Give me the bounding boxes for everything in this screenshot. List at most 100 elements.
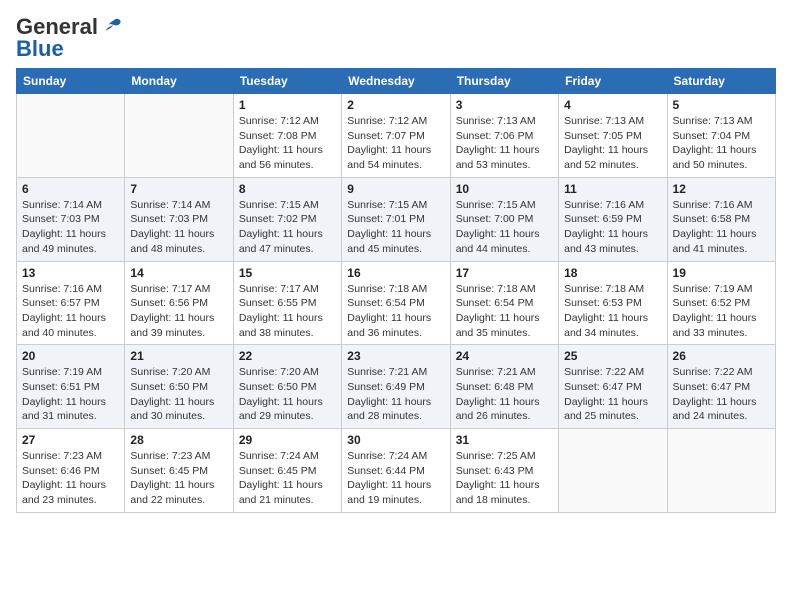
calendar-week-row: 13Sunrise: 7:16 AM Sunset: 6:57 PM Dayli… xyxy=(17,261,776,345)
day-number: 11 xyxy=(564,182,661,196)
day-number: 15 xyxy=(239,266,336,280)
calendar-day-cell: 17 Sunrise: 7:18 AM Sunset: 6:54 PM Dayli… xyxy=(450,261,558,345)
logo-blue-text: Blue xyxy=(16,38,64,60)
day-info: Sunrise: 7:23 AM Sunset: 6:45 PM Dayligh… xyxy=(130,449,227,508)
calendar-day-cell: 21 Sunrise: 7:20 AM Sunset: 6:50 PM Dayli… xyxy=(125,345,233,429)
day-number: 20 xyxy=(22,349,119,363)
day-number: 30 xyxy=(347,433,444,447)
day-number: 24 xyxy=(456,349,553,363)
calendar-day-cell: 10 Sunrise: 7:15 AM Sunset: 7:00 PM Dayli… xyxy=(450,177,558,261)
day-number: 21 xyxy=(130,349,227,363)
calendar-day-cell: 29 Sunrise: 7:24 AM Sunset: 6:45 PM Dayli… xyxy=(233,429,341,513)
day-number: 22 xyxy=(239,349,336,363)
calendar-day-cell: 13Sunrise: 7:16 AM Sunset: 6:57 PM Dayli… xyxy=(17,261,125,345)
day-info: Sunrise: 7:24 AM Sunset: 6:45 PM Dayligh… xyxy=(239,449,336,508)
day-info: Sunrise: 7:25 AM Sunset: 6:43 PM Dayligh… xyxy=(456,449,553,508)
day-number: 8 xyxy=(239,182,336,196)
page-header: General Blue xyxy=(16,16,776,60)
weekday-header-monday: Monday xyxy=(125,69,233,94)
day-info: Sunrise: 7:20 AM Sunset: 6:50 PM Dayligh… xyxy=(239,365,336,424)
day-info: Sunrise: 7:14 AM Sunset: 7:03 PM Dayligh… xyxy=(130,198,227,257)
calendar-day-cell: 26Sunrise: 7:22 AM Sunset: 6:47 PM Dayli… xyxy=(667,345,775,429)
calendar-empty-cell xyxy=(559,429,667,513)
calendar-day-cell: 8 Sunrise: 7:15 AM Sunset: 7:02 PM Daylig… xyxy=(233,177,341,261)
calendar-day-cell: 5Sunrise: 7:13 AM Sunset: 7:04 PM Daylig… xyxy=(667,94,775,178)
day-info: Sunrise: 7:13 AM Sunset: 7:06 PM Dayligh… xyxy=(456,114,553,173)
calendar-day-cell: 12 Sunrise: 7:16 AM Sunset: 6:58 PM Dayli… xyxy=(667,177,775,261)
calendar-day-cell: 18 Sunrise: 7:18 AM Sunset: 6:53 PM Dayli… xyxy=(559,261,667,345)
day-number: 25 xyxy=(564,349,661,363)
day-info: Sunrise: 7:13 AM Sunset: 7:04 PM Dayligh… xyxy=(673,114,770,173)
weekday-header-thursday: Thursday xyxy=(450,69,558,94)
day-info: Sunrise: 7:21 AM Sunset: 6:48 PM Dayligh… xyxy=(456,365,553,424)
day-number: 16 xyxy=(347,266,444,280)
day-number: 14 xyxy=(130,266,227,280)
day-number: 28 xyxy=(130,433,227,447)
logo-bird-icon xyxy=(100,16,122,38)
day-info: Sunrise: 7:18 AM Sunset: 6:54 PM Dayligh… xyxy=(347,282,444,341)
day-info: Sunrise: 7:14 AM Sunset: 7:03 PM Dayligh… xyxy=(22,198,119,257)
calendar-week-row: 6 Sunrise: 7:14 AM Sunset: 7:03 PM Daylig… xyxy=(17,177,776,261)
day-number: 17 xyxy=(456,266,553,280)
logo: General Blue xyxy=(16,16,122,60)
day-number: 10 xyxy=(456,182,553,196)
day-info: Sunrise: 7:17 AM Sunset: 6:56 PM Dayligh… xyxy=(130,282,227,341)
day-number: 29 xyxy=(239,433,336,447)
day-number: 12 xyxy=(673,182,770,196)
day-number: 6 xyxy=(22,182,119,196)
calendar-day-cell: 24 Sunrise: 7:21 AM Sunset: 6:48 PM Dayli… xyxy=(450,345,558,429)
calendar-table: SundayMondayTuesdayWednesdayThursdayFrid… xyxy=(16,68,776,513)
calendar-day-cell: 6 Sunrise: 7:14 AM Sunset: 7:03 PM Daylig… xyxy=(17,177,125,261)
calendar-week-row: 27Sunrise: 7:23 AM Sunset: 6:46 PM Dayli… xyxy=(17,429,776,513)
day-info: Sunrise: 7:16 AM Sunset: 6:59 PM Dayligh… xyxy=(564,198,661,257)
day-info: Sunrise: 7:12 AM Sunset: 7:08 PM Dayligh… xyxy=(239,114,336,173)
calendar-day-cell: 28 Sunrise: 7:23 AM Sunset: 6:45 PM Dayli… xyxy=(125,429,233,513)
day-info: Sunrise: 7:22 AM Sunset: 6:47 PM Dayligh… xyxy=(564,365,661,424)
calendar-day-cell: 16 Sunrise: 7:18 AM Sunset: 6:54 PM Dayli… xyxy=(342,261,450,345)
day-info: Sunrise: 7:15 AM Sunset: 7:00 PM Dayligh… xyxy=(456,198,553,257)
day-number: 19 xyxy=(673,266,770,280)
day-info: Sunrise: 7:17 AM Sunset: 6:55 PM Dayligh… xyxy=(239,282,336,341)
calendar-day-cell: 9Sunrise: 7:15 AM Sunset: 7:01 PM Daylig… xyxy=(342,177,450,261)
weekday-header-saturday: Saturday xyxy=(667,69,775,94)
day-info: Sunrise: 7:19 AM Sunset: 6:51 PM Dayligh… xyxy=(22,365,119,424)
day-number: 3 xyxy=(456,98,553,112)
calendar-day-cell: 27Sunrise: 7:23 AM Sunset: 6:46 PM Dayli… xyxy=(17,429,125,513)
day-info: Sunrise: 7:20 AM Sunset: 6:50 PM Dayligh… xyxy=(130,365,227,424)
day-number: 4 xyxy=(564,98,661,112)
calendar-day-cell: 14 Sunrise: 7:17 AM Sunset: 6:56 PM Dayli… xyxy=(125,261,233,345)
day-number: 31 xyxy=(456,433,553,447)
calendar-week-row: 1 Sunrise: 7:12 AM Sunset: 7:08 PM Daylig… xyxy=(17,94,776,178)
calendar-day-cell: 1 Sunrise: 7:12 AM Sunset: 7:08 PM Daylig… xyxy=(233,94,341,178)
day-info: Sunrise: 7:13 AM Sunset: 7:05 PM Dayligh… xyxy=(564,114,661,173)
day-info: Sunrise: 7:18 AM Sunset: 6:53 PM Dayligh… xyxy=(564,282,661,341)
calendar-day-cell: 31 Sunrise: 7:25 AM Sunset: 6:43 PM Dayli… xyxy=(450,429,558,513)
weekday-header-friday: Friday xyxy=(559,69,667,94)
calendar-empty-cell xyxy=(125,94,233,178)
day-number: 18 xyxy=(564,266,661,280)
weekday-header-sunday: Sunday xyxy=(17,69,125,94)
calendar-day-cell: 22 Sunrise: 7:20 AM Sunset: 6:50 PM Dayli… xyxy=(233,345,341,429)
calendar-day-cell: 30 Sunrise: 7:24 AM Sunset: 6:44 PM Dayli… xyxy=(342,429,450,513)
day-number: 1 xyxy=(239,98,336,112)
logo-general-text: General xyxy=(16,16,98,38)
day-info: Sunrise: 7:21 AM Sunset: 6:49 PM Dayligh… xyxy=(347,365,444,424)
calendar-day-cell: 3 Sunrise: 7:13 AM Sunset: 7:06 PM Daylig… xyxy=(450,94,558,178)
calendar-day-cell: 4 Sunrise: 7:13 AM Sunset: 7:05 PM Daylig… xyxy=(559,94,667,178)
day-info: Sunrise: 7:15 AM Sunset: 7:02 PM Dayligh… xyxy=(239,198,336,257)
calendar-day-cell: 25 Sunrise: 7:22 AM Sunset: 6:47 PM Dayli… xyxy=(559,345,667,429)
calendar-empty-cell xyxy=(17,94,125,178)
day-info: Sunrise: 7:18 AM Sunset: 6:54 PM Dayligh… xyxy=(456,282,553,341)
calendar-day-cell: 20 Sunrise: 7:19 AM Sunset: 6:51 PM Dayli… xyxy=(17,345,125,429)
weekday-header-tuesday: Tuesday xyxy=(233,69,341,94)
day-info: Sunrise: 7:12 AM Sunset: 7:07 PM Dayligh… xyxy=(347,114,444,173)
day-number: 23 xyxy=(347,349,444,363)
day-info: Sunrise: 7:16 AM Sunset: 6:58 PM Dayligh… xyxy=(673,198,770,257)
weekday-header-row: SundayMondayTuesdayWednesdayThursdayFrid… xyxy=(17,69,776,94)
day-info: Sunrise: 7:24 AM Sunset: 6:44 PM Dayligh… xyxy=(347,449,444,508)
day-info: Sunrise: 7:15 AM Sunset: 7:01 PM Dayligh… xyxy=(347,198,444,257)
calendar-day-cell: 15 Sunrise: 7:17 AM Sunset: 6:55 PM Dayli… xyxy=(233,261,341,345)
day-info: Sunrise: 7:22 AM Sunset: 6:47 PM Dayligh… xyxy=(673,365,770,424)
day-info: Sunrise: 7:19 AM Sunset: 6:52 PM Dayligh… xyxy=(673,282,770,341)
calendar-week-row: 20 Sunrise: 7:19 AM Sunset: 6:51 PM Dayli… xyxy=(17,345,776,429)
